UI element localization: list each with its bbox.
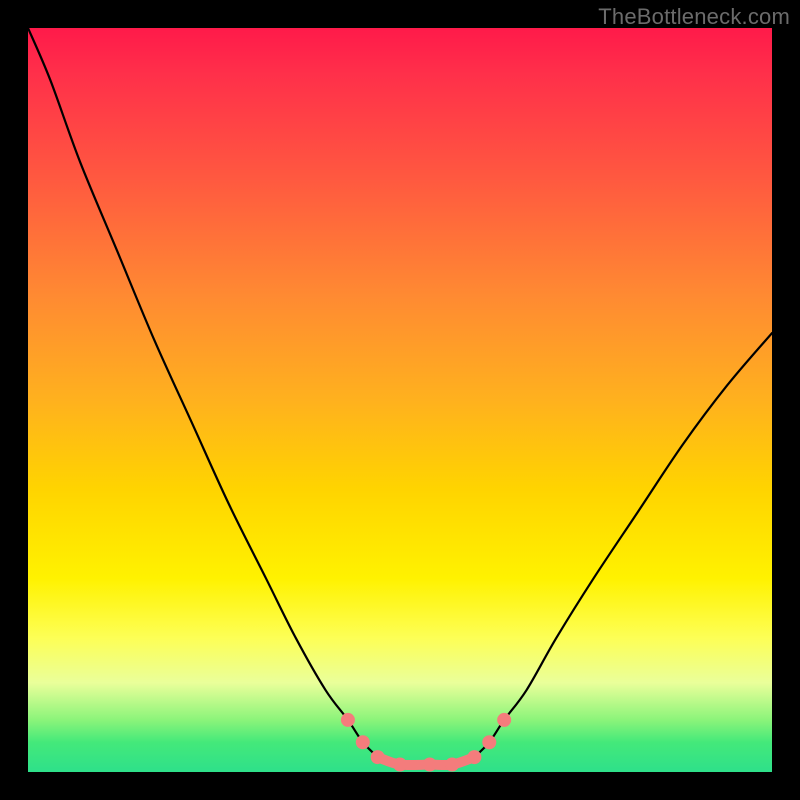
chart-frame: TheBottleneck.com <box>0 0 800 800</box>
plot-background-gradient <box>28 28 772 772</box>
watermark-text: TheBottleneck.com <box>598 4 790 30</box>
